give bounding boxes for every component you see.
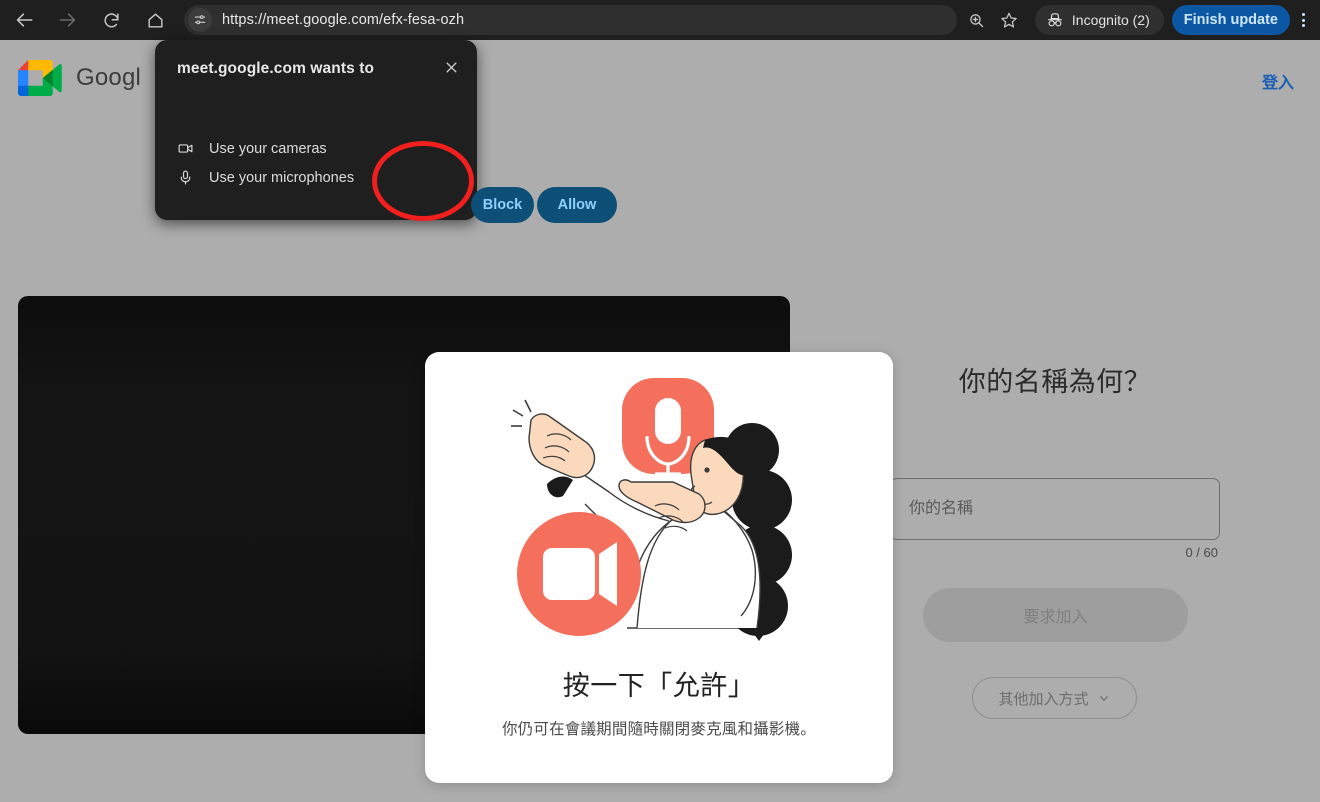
microphone-icon [177, 169, 197, 186]
join-panel: 你的名稱為何？ 0 / 60 要求加入 其他加入方式 [890, 360, 1220, 719]
incognito-indicator[interactable]: Incognito (2) [1034, 5, 1164, 35]
ask-to-join-button[interactable]: 要求加入 [923, 588, 1188, 642]
permission-label-camera: Use your cameras [209, 140, 327, 157]
zoom-in-button[interactable] [963, 6, 991, 34]
back-button[interactable] [10, 5, 40, 35]
chevron-down-icon [1099, 695, 1108, 702]
zoom-in-icon [970, 13, 984, 27]
modal-title: 按一下「允許」 [562, 671, 756, 701]
block-label: Block [482, 197, 523, 213]
ask-to-join-label: 要求加入 [1023, 609, 1088, 626]
browser-toolbar: https://meet.google.com/efx-fesa-ozh Inc… [0, 0, 1320, 40]
permission-row-microphone: Use your microphones [177, 169, 354, 186]
home-icon [147, 12, 163, 28]
finish-update-button[interactable]: Finish update [1171, 5, 1290, 35]
star-icon [1001, 12, 1017, 28]
signin-link[interactable]: 登入 [1262, 69, 1294, 93]
permission-dialog-title: meet.google.com wants to [177, 60, 375, 77]
permission-label-microphone: Use your microphones [209, 169, 355, 186]
block-button[interactable]: Block [471, 187, 534, 223]
arrow-right-icon [59, 13, 76, 27]
meet-wordmark: Googl [76, 64, 142, 91]
join-heading: 你的名稱為何？ [958, 367, 1152, 397]
site-info-button[interactable] [188, 8, 212, 32]
char-counter: 0 / 60 [1185, 545, 1218, 560]
meet-brand[interactable]: Googl [18, 60, 141, 96]
name-input[interactable] [890, 478, 1220, 540]
address-bar-url: https://meet.google.com/efx-fesa-ozh [222, 12, 465, 28]
reload-icon [104, 12, 119, 27]
reload-button[interactable] [96, 5, 126, 35]
permission-row-camera: Use your cameras [177, 140, 327, 157]
finish-update-label: Finish update [1183, 12, 1278, 28]
other-join-label: 其他加入方式 [998, 690, 1089, 708]
modal-subtitle: 你仍可在會議期間隨時關閉麥克風和攝影機。 [501, 721, 816, 738]
arrow-left-icon [16, 13, 33, 27]
incognito-icon [1047, 13, 1062, 27]
site-permission-dialog: meet.google.com wants to Use your camera… [155, 40, 617, 223]
name-field-wrapper [890, 478, 1220, 540]
allow-label: Allow [557, 197, 597, 213]
close-button[interactable] [439, 55, 463, 79]
chrome-menu-button[interactable] [1290, 5, 1316, 35]
address-bar[interactable]: https://meet.google.com/efx-fesa-ozh [184, 5, 957, 35]
camera-icon [177, 140, 197, 157]
allow-permissions-modal: 按一下「允許」 你仍可在會議期間隨時關閉麥克風和攝影機。 [425, 352, 893, 783]
forward-button[interactable] [52, 5, 82, 35]
home-button[interactable] [140, 5, 170, 35]
allow-permissions-illustration [511, 378, 792, 641]
close-icon [446, 62, 456, 72]
tune-icon [194, 15, 206, 25]
three-dot-menu-icon [1301, 13, 1305, 27]
incognito-label: Incognito (2) [1071, 12, 1150, 28]
google-meet-logo [18, 60, 62, 96]
other-join-methods-button[interactable]: 其他加入方式 [972, 677, 1137, 719]
allow-button[interactable]: Allow [537, 187, 617, 223]
bookmark-button[interactable] [995, 6, 1023, 34]
